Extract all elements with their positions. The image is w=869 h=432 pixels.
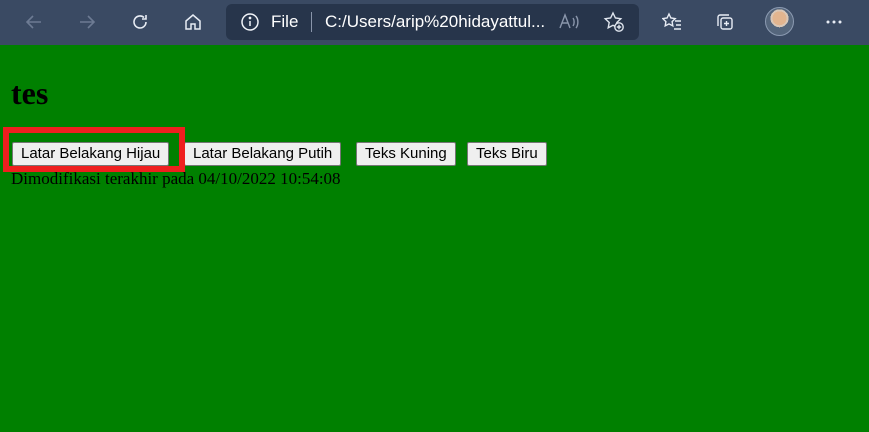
annotation-highlight-box xyxy=(3,127,185,172)
favorites-icon[interactable] xyxy=(655,6,689,38)
url-text[interactable]: C:/Users/arip%20hidayattul... xyxy=(325,12,545,32)
yellow-text-button[interactable]: Teks Kuning xyxy=(356,142,456,166)
address-bar[interactable]: File C:/Users/arip%20hidayattul... xyxy=(226,4,639,40)
browser-toolbar: File C:/Users/arip%20hidayattul... xyxy=(0,0,869,45)
add-favorite-icon[interactable] xyxy=(603,11,625,33)
profile-avatar[interactable] xyxy=(765,7,794,36)
forward-arrow-icon[interactable] xyxy=(70,6,104,38)
refresh-icon[interactable] xyxy=(123,6,157,38)
info-icon[interactable] xyxy=(240,12,260,32)
white-background-button[interactable]: Latar Belakang Putih xyxy=(184,142,342,166)
read-aloud-icon[interactable] xyxy=(558,12,580,32)
more-icon[interactable] xyxy=(817,6,851,38)
web-page: tes Latar Belakang Hijau Latar Belakang … xyxy=(0,45,869,432)
home-icon[interactable] xyxy=(176,6,210,38)
blue-text-button[interactable]: Teks Biru xyxy=(467,142,547,166)
address-separator xyxy=(311,12,312,32)
last-modified-text: Dimodifikasi terakhir pada 04/10/2022 10… xyxy=(11,169,341,188)
collections-icon[interactable] xyxy=(708,6,742,38)
back-arrow-icon[interactable] xyxy=(17,6,51,38)
address-scheme-label: File xyxy=(271,12,299,31)
page-title: tes xyxy=(11,75,49,111)
